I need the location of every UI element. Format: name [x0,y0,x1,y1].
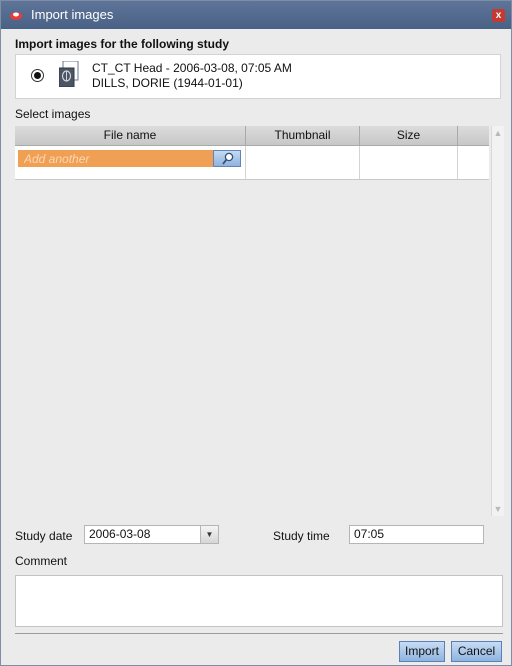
app-logo-icon [10,12,22,20]
divider [15,633,503,634]
browse-button[interactable] [213,150,241,167]
window-title: Import images [31,7,114,22]
cancel-button[interactable]: Cancel [451,641,502,662]
table-scrollbar[interactable]: ▲ ▼ [491,126,504,516]
patient-info: DILLS, DORIE (1944-01-01) [92,76,243,90]
comment-label: Comment [15,554,68,568]
study-date-label: Study date [15,529,73,543]
study-heading: Import images for the following study [15,37,230,51]
add-another-input[interactable] [18,150,213,167]
scroll-up-icon[interactable]: ▲ [492,127,504,139]
images-table: File name Thumbnail Size [15,126,489,516]
comment-field[interactable] [15,575,503,627]
table-header: File name Thumbnail Size [15,126,489,146]
close-button[interactable]: x [492,9,505,22]
study-option[interactable]: CT_CT Head - 2006-03-08, 07:05 AM DILLS,… [15,54,501,99]
study-description: CT_CT Head - 2006-03-08, 07:05 AM [92,61,292,75]
import-images-dialog: Import images x Import images for the fo… [0,0,512,666]
select-images-label: Select images [15,107,91,121]
column-header-thumbnail[interactable]: Thumbnail [246,126,360,145]
import-button[interactable]: Import [399,641,445,662]
file-name-cell [15,146,246,179]
thumbnail-cell [246,146,360,179]
date-dropdown-icon[interactable]: ▼ [200,526,218,543]
study-date-field[interactable]: 2006-03-08 [84,525,219,544]
column-header-size[interactable]: Size [360,126,458,145]
study-time-label: Study time [273,529,330,543]
ct-study-icon [59,61,79,87]
title-bar[interactable]: Import images x [1,1,511,29]
size-cell [360,146,458,179]
study-radio-button[interactable] [31,69,44,82]
scroll-down-icon[interactable]: ▼ [492,503,504,515]
column-header-extra [458,126,489,145]
study-time-field[interactable]: 07:05 [349,525,484,544]
column-header-file-name[interactable]: File name [15,126,246,145]
magnifier-icon [222,152,234,165]
table-row[interactable] [15,146,489,180]
